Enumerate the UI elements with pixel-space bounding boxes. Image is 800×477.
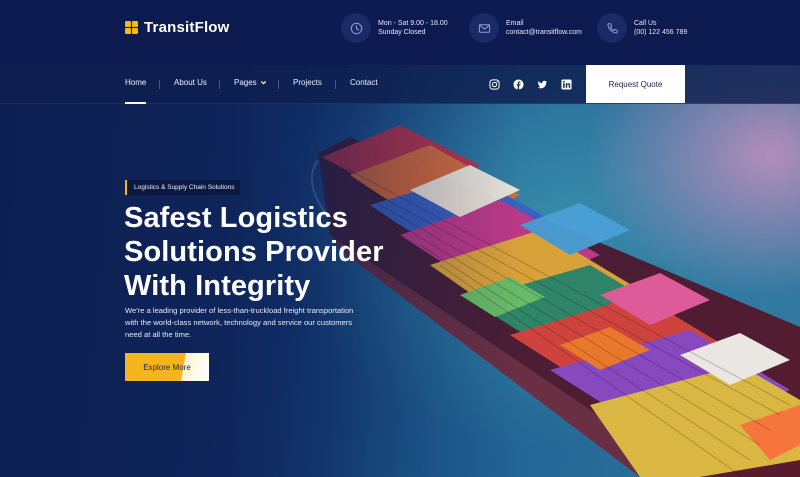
facebook-icon[interactable]	[512, 78, 524, 90]
email-label: Email	[506, 19, 524, 27]
top-bar: TransitFlow Mon - Sat 9.00 - 18.00 Sunda…	[0, 0, 800, 65]
chevron-down-icon	[260, 81, 266, 85]
hours-line1: Mon - Sat 9.00 - 18.00	[378, 19, 448, 27]
nav-home[interactable]: Home	[125, 78, 147, 104]
nav-divider	[159, 80, 160, 89]
mail-icon	[469, 13, 499, 43]
brand-name: TransitFlow	[144, 19, 230, 36]
hours-info: Mon - Sat 9.00 - 18.00 Sunday Closed	[341, 13, 448, 43]
clock-icon	[341, 13, 371, 43]
nav-contact[interactable]: Contact	[350, 78, 378, 87]
email-info: Email contact@transitflow.com	[469, 13, 582, 43]
nav-pages[interactable]: Pages	[234, 78, 267, 87]
instagram-icon[interactable]	[488, 78, 500, 90]
hours-line2: Sunday Closed	[378, 29, 426, 36]
nav-pages-label: Pages	[234, 78, 257, 87]
logo-icon	[125, 21, 138, 34]
nav-projects[interactable]: Projects	[293, 78, 322, 87]
nav-divider	[335, 80, 336, 89]
request-quote-button[interactable]: Request Quote	[586, 65, 685, 103]
phone-number[interactable]: (00) 122 456 789	[634, 28, 687, 38]
description-line: with the world-class network, technology…	[125, 318, 353, 327]
headline-line: Solutions Provider	[124, 236, 384, 268]
description-line: need at all the time.	[125, 330, 192, 339]
hero-tag: Logistics & Supply Chain Solutions	[125, 180, 241, 195]
description-line: We're a leading provider of less-than-tr…	[125, 306, 354, 315]
hero-description: We're a leading provider of less-than-tr…	[125, 305, 385, 341]
brand-logo[interactable]: TransitFlow	[125, 19, 230, 36]
headline-line: Safest Logistics	[124, 202, 348, 234]
nav-divider	[219, 80, 220, 89]
headline-line: With Integrity	[124, 270, 311, 302]
nav-about-us[interactable]: About Us	[174, 78, 207, 87]
linkedin-icon[interactable]	[560, 78, 572, 90]
phone-label: Call Us	[634, 19, 657, 27]
hero-headline: Safest Logistics Solutions Provider With…	[124, 201, 464, 303]
twitter-icon[interactable]	[536, 78, 548, 90]
email-address[interactable]: contact@transitflow.com	[506, 28, 582, 38]
explore-more-button[interactable]: Explore More	[125, 353, 209, 381]
phone-info: Call Us (00) 122 456 789	[597, 13, 687, 43]
nav-divider	[278, 80, 279, 89]
phone-icon	[597, 13, 627, 43]
